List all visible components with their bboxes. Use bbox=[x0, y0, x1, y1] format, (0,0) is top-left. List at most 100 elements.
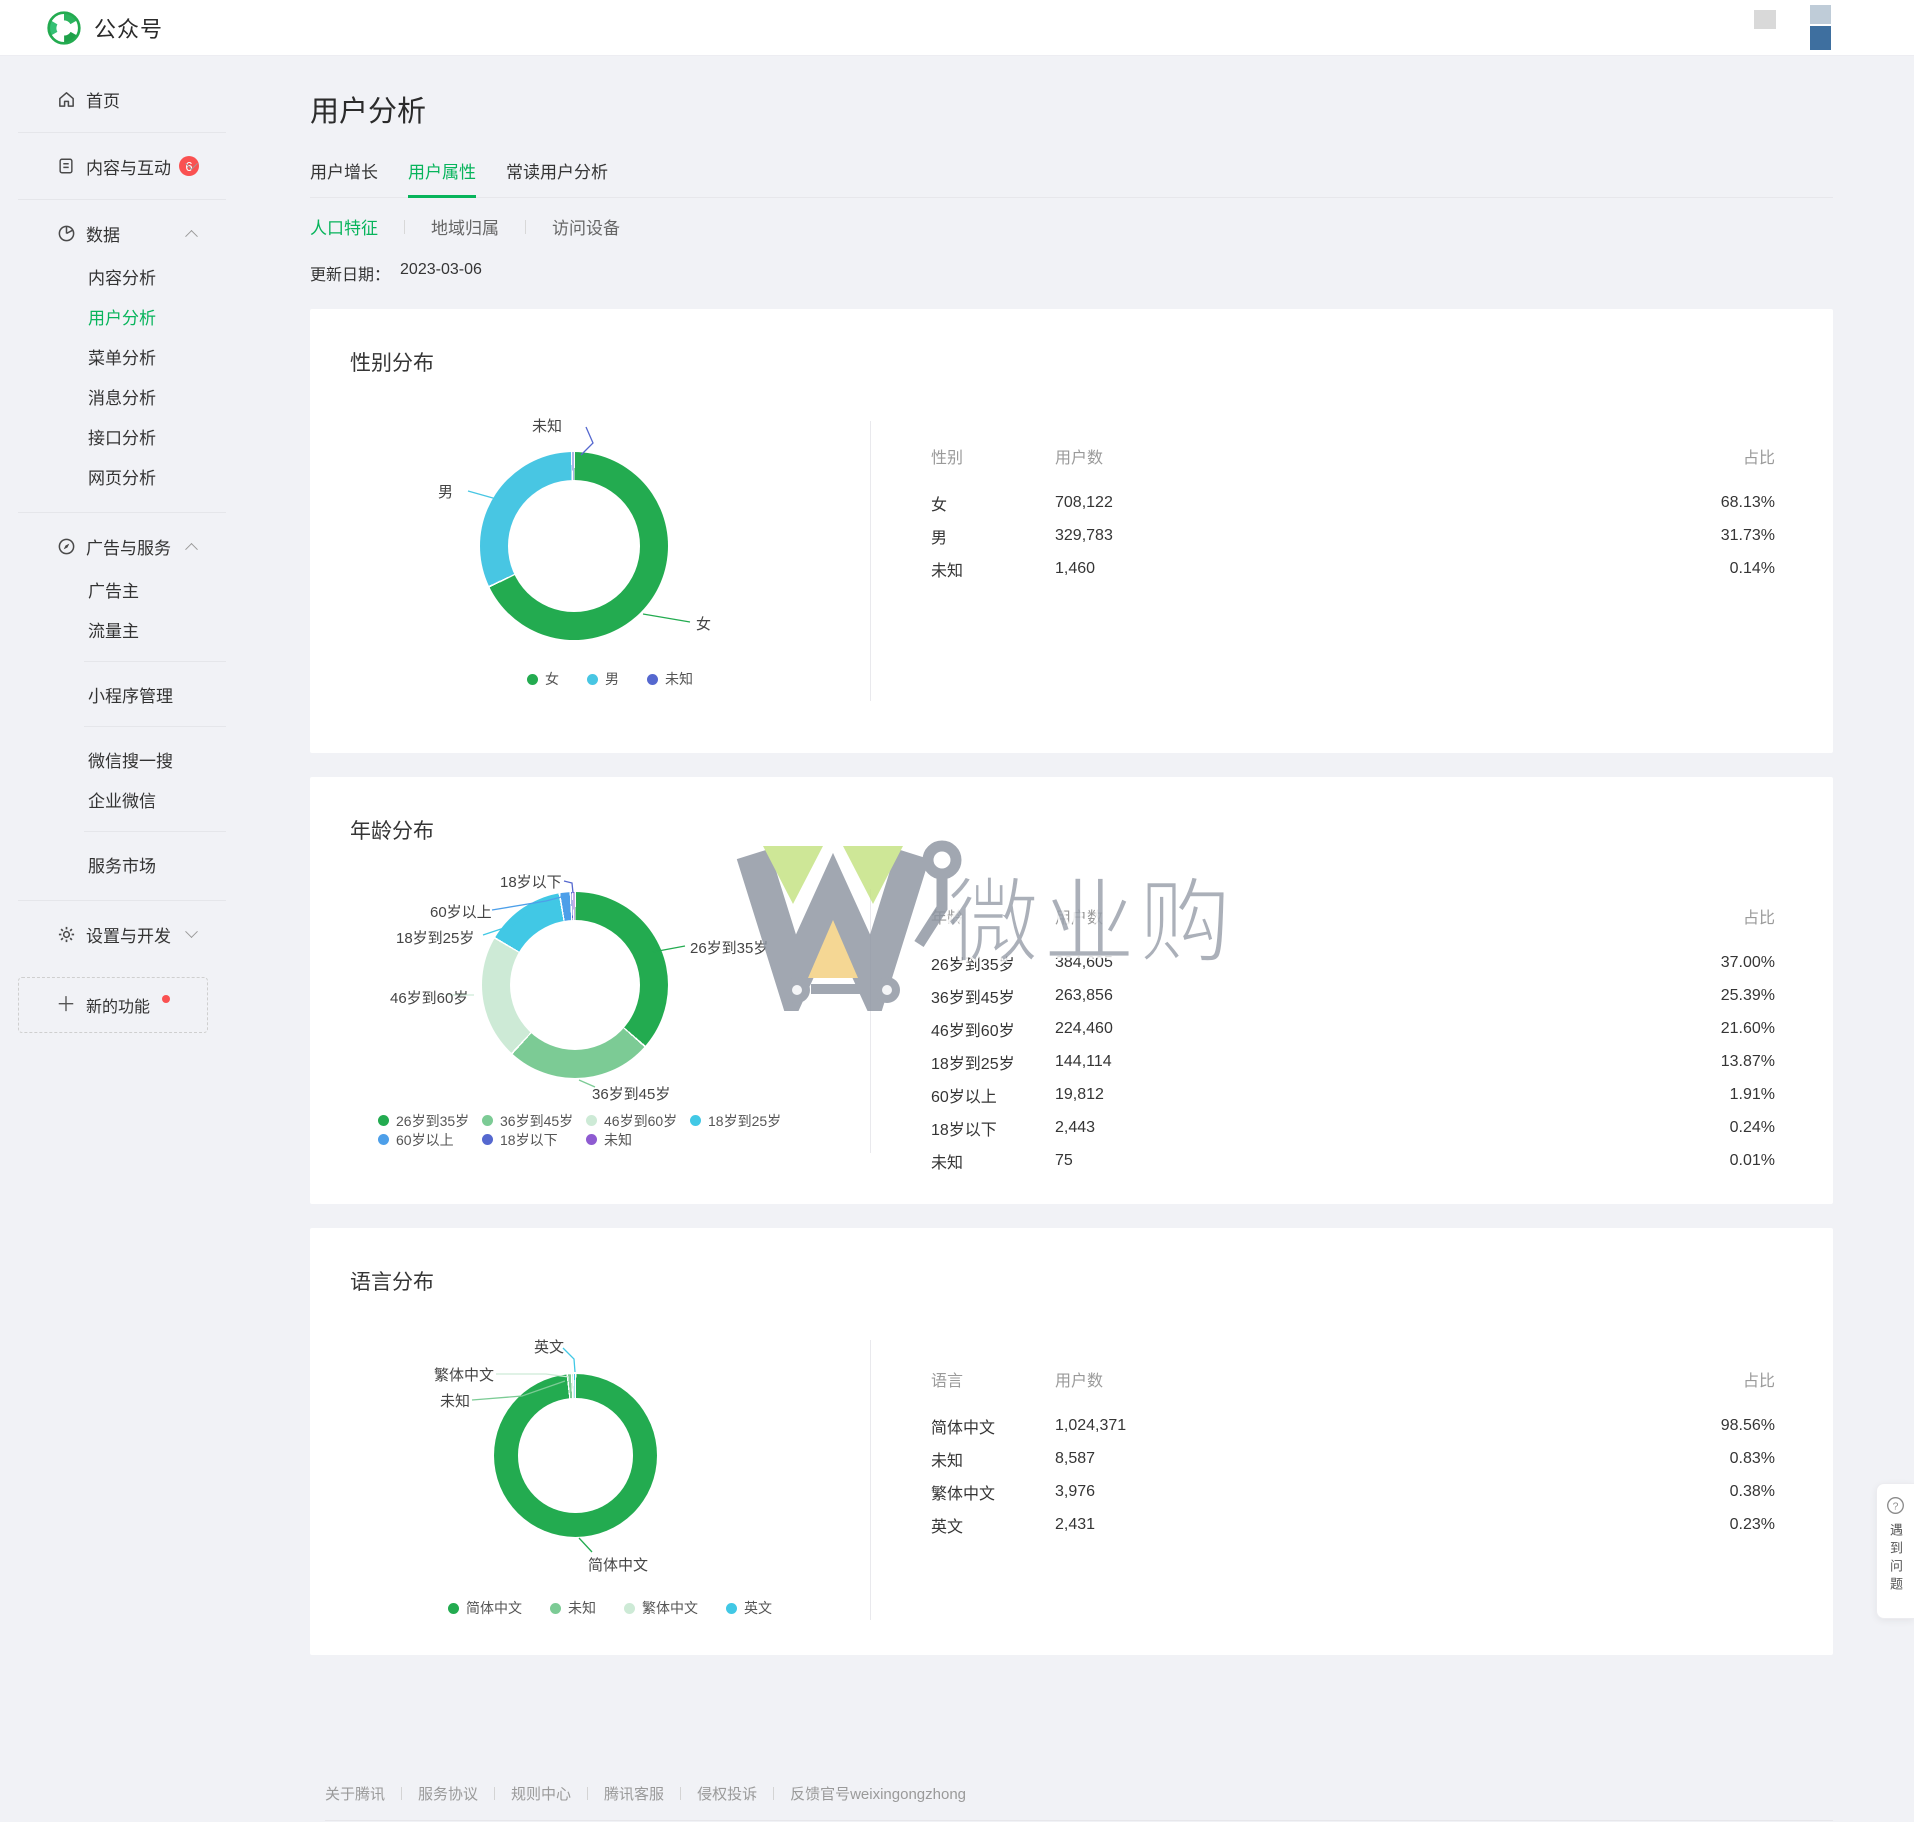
sidebar-item-service-market[interactable]: 服务市场 bbox=[0, 844, 226, 884]
subtab-demographics[interactable]: 人口特征 bbox=[310, 214, 378, 239]
legend-dot bbox=[586, 1115, 597, 1126]
legend-dot bbox=[378, 1134, 389, 1145]
sidebar-item-home[interactable]: 首页 bbox=[0, 82, 226, 116]
cell-label: 未知 bbox=[931, 557, 1055, 581]
footer-link-about[interactable]: 关于腾讯 bbox=[325, 1783, 385, 1804]
sidebar-item-api-analysis[interactable]: 接口分析 bbox=[0, 416, 226, 456]
legend-label: 女 bbox=[545, 669, 559, 689]
app-logo[interactable]: 公众号 bbox=[46, 10, 163, 46]
legend-item[interactable]: 26岁到35岁 bbox=[378, 1111, 482, 1130]
sidebar-divider bbox=[18, 199, 226, 200]
legend-label: 简体中文 bbox=[466, 1598, 522, 1618]
sidebar-item-content-interaction[interactable]: 内容与互动 6 bbox=[0, 149, 226, 183]
legend-item[interactable]: 女 bbox=[527, 669, 559, 689]
age-donut-chart: 18岁以下 60岁以上 18岁到25岁 26岁到35岁 46岁到60岁 36岁到… bbox=[350, 863, 870, 1163]
sidebar-item-label: 网页分析 bbox=[88, 464, 156, 489]
cell-pct: 68.13% bbox=[1235, 494, 1775, 512]
donut-ring[interactable] bbox=[482, 892, 668, 1078]
slice-label: 未知 bbox=[532, 415, 562, 436]
table-row: 男329,78331.73% bbox=[931, 519, 1775, 552]
tab-bar: 用户增长 用户属性 常读用户分析 bbox=[310, 158, 1833, 198]
subtab-devices[interactable]: 访问设备 bbox=[552, 214, 620, 239]
column-header: 年龄 bbox=[931, 904, 1055, 928]
legend-item[interactable]: 繁体中文 bbox=[624, 1598, 698, 1618]
slice-label: 女 bbox=[696, 613, 711, 634]
footer-link-terms[interactable]: 服务协议 bbox=[418, 1783, 478, 1804]
sidebar-item-data[interactable]: 数据 bbox=[0, 216, 226, 250]
card-title: 语言分布 bbox=[350, 1266, 1775, 1296]
legend-label: 26岁到35岁 bbox=[396, 1111, 469, 1131]
legend-label: 60岁以上 bbox=[396, 1130, 454, 1150]
legend-item[interactable]: 未知 bbox=[550, 1598, 596, 1618]
table-row: 18岁以下2,4430.24% bbox=[931, 1111, 1775, 1144]
column-header: 占比 bbox=[1235, 444, 1775, 468]
help-float-button[interactable]: ? 遇到问题 bbox=[1876, 1483, 1914, 1619]
sidebar-item-web-analysis[interactable]: 网页分析 bbox=[0, 456, 226, 496]
legend-item[interactable]: 46岁到60岁 bbox=[586, 1111, 690, 1130]
cell-pct: 0.14% bbox=[1235, 560, 1775, 578]
legend-item[interactable]: 简体中文 bbox=[448, 1598, 522, 1618]
sidebar-item-wecom[interactable]: 企业微信 bbox=[0, 779, 226, 819]
footer-separator bbox=[494, 1787, 495, 1800]
new-feature-label: 新的功能 bbox=[86, 993, 150, 1017]
tab-user-growth[interactable]: 用户增长 bbox=[310, 158, 378, 197]
footer-link-report[interactable]: 侵权投诉 bbox=[697, 1783, 757, 1804]
slice-label: 男 bbox=[438, 481, 453, 502]
legend-dot bbox=[586, 1134, 597, 1145]
sidebar-item-label: 流量主 bbox=[88, 617, 139, 642]
slice-label: 60岁以上 bbox=[430, 901, 492, 922]
sidebar-item-label: 数据 bbox=[86, 221, 120, 246]
sidebar-item-message-analysis[interactable]: 消息分析 bbox=[0, 376, 226, 416]
legend-dot bbox=[482, 1115, 493, 1126]
sidebar-item-advertiser[interactable]: 广告主 bbox=[0, 569, 226, 609]
cell-count: 263,856 bbox=[1055, 987, 1235, 1005]
donut-ring[interactable] bbox=[480, 452, 668, 640]
subtab-region[interactable]: 地域归属 bbox=[431, 214, 499, 239]
sidebar-item-menu-analysis[interactable]: 菜单分析 bbox=[0, 336, 226, 376]
page-footer: 关于腾讯 服务协议 规则中心 腾讯客服 侵权投诉 反馈官号weixingongz… bbox=[310, 1783, 1833, 1822]
table-row: 46岁到60岁224,46021.60% bbox=[931, 1012, 1775, 1045]
legend-dot bbox=[378, 1115, 389, 1126]
table-row: 未知750.01% bbox=[931, 1144, 1775, 1177]
tab-regular-readers[interactable]: 常读用户分析 bbox=[506, 158, 608, 197]
sidebar-item-traffic-owner[interactable]: 流量主 bbox=[0, 609, 226, 649]
legend-item[interactable]: 60岁以上 bbox=[378, 1130, 482, 1149]
update-date-label: 更新日期： bbox=[310, 261, 390, 285]
legend-item[interactable]: 英文 bbox=[726, 1598, 772, 1618]
table-row: 18岁到25岁144,11413.87% bbox=[931, 1045, 1775, 1078]
legend-dot bbox=[587, 674, 598, 685]
legend-item[interactable]: 36岁到45岁 bbox=[482, 1111, 586, 1130]
sidebar-item-label: 广告与服务 bbox=[86, 534, 171, 559]
new-feature-button[interactable]: ＋ 新的功能 bbox=[18, 977, 208, 1033]
document-icon bbox=[56, 156, 76, 176]
chart-legend: 简体中文 未知 繁体中文 英文 bbox=[350, 1598, 870, 1618]
sidebar-item-user-analysis[interactable]: 用户分析 bbox=[0, 296, 226, 336]
donut-ring[interactable] bbox=[494, 1374, 657, 1537]
sidebar-item-settings-dev[interactable]: 设置与开发 bbox=[0, 917, 226, 951]
header-artifact-gray bbox=[1754, 10, 1776, 29]
slice-label: 26岁到35岁 bbox=[690, 937, 768, 958]
legend-item[interactable]: 未知 bbox=[647, 669, 693, 689]
tab-user-attributes[interactable]: 用户属性 bbox=[408, 158, 476, 197]
legend-item[interactable]: 18岁以下 bbox=[482, 1130, 586, 1149]
legend-item[interactable]: 男 bbox=[587, 669, 619, 689]
subtab-separator bbox=[525, 220, 526, 234]
column-header: 语言 bbox=[931, 1367, 1055, 1391]
sidebar-item-miniprogram[interactable]: 小程序管理 bbox=[0, 674, 226, 714]
slice-label: 46岁到60岁 bbox=[390, 987, 468, 1008]
footer-link-feedback[interactable]: 反馈官号weixingongzhong bbox=[790, 1783, 966, 1804]
legend-label: 未知 bbox=[604, 1130, 632, 1150]
footer-link-rules[interactable]: 规则中心 bbox=[511, 1783, 571, 1804]
legend-item[interactable]: 18岁到25岁 bbox=[690, 1111, 794, 1130]
cell-label: 46岁到60岁 bbox=[931, 1017, 1055, 1041]
language-distribution-card: 语言分布 英文 繁体中文 未知 简体中文 bbox=[310, 1228, 1833, 1655]
cell-count: 384,605 bbox=[1055, 954, 1235, 972]
cell-label: 26岁到35岁 bbox=[931, 951, 1055, 975]
legend-item[interactable]: 未知 bbox=[586, 1130, 690, 1149]
legend-label: 未知 bbox=[665, 669, 693, 689]
sidebar-item-content-analysis[interactable]: 内容分析 bbox=[0, 256, 226, 296]
legend-dot bbox=[448, 1603, 459, 1614]
sidebar-item-wechat-search[interactable]: 微信搜一搜 bbox=[0, 739, 226, 779]
sidebar-item-ads-services[interactable]: 广告与服务 bbox=[0, 529, 226, 563]
footer-link-support[interactable]: 腾讯客服 bbox=[604, 1783, 664, 1804]
